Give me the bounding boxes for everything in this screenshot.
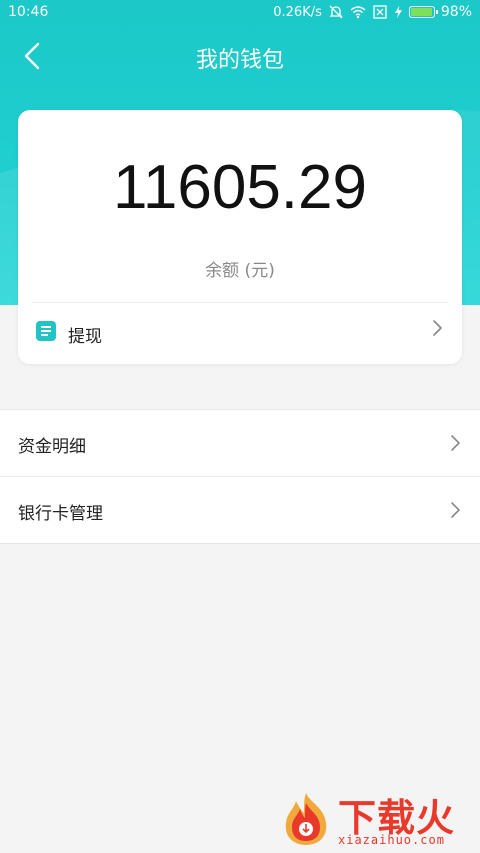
- chevron-right-icon: [433, 320, 442, 336]
- withdraw-button[interactable]: 提现: [18, 303, 462, 364]
- wallet-menu: 资金明细 银行卡管理: [0, 409, 480, 544]
- status-icons: 0.26K/s 98%: [273, 4, 472, 20]
- chevron-right-icon: [451, 502, 460, 518]
- sim-off-icon: [373, 5, 387, 19]
- nav-bar: 我的钱包: [0, 30, 480, 82]
- menu-item-label: 银行卡管理: [18, 504, 103, 524]
- flame-logo-icon: [285, 793, 327, 845]
- status-time: 10:46: [8, 4, 49, 20]
- net-speed: 0.26K/s: [273, 4, 322, 20]
- mute-icon: [329, 5, 343, 19]
- withdraw-label: 提现: [68, 327, 102, 347]
- chevron-right-icon: [451, 435, 460, 451]
- watermark: 下载火 xiazaihuo.com: [280, 787, 476, 849]
- battery-level: 98%: [440, 4, 472, 20]
- menu-item-fund-details[interactable]: 资金明细: [0, 410, 480, 476]
- status-bar: 10:46 0.26K/s 98%: [0, 0, 480, 26]
- menu-item-label: 资金明细: [18, 437, 86, 457]
- battery-icon: [408, 6, 438, 18]
- wifi-icon: [350, 6, 366, 19]
- page-title: 我的钱包: [195, 48, 284, 73]
- menu-item-bank-cards[interactable]: 银行卡管理: [0, 476, 480, 543]
- balance-label: 余额 (元): [205, 261, 275, 281]
- document-icon: [36, 321, 56, 341]
- balance-amount: 11605.29: [113, 153, 367, 222]
- charging-icon: [394, 5, 402, 19]
- watermark-domain: xiazaihuo.com: [338, 833, 445, 847]
- balance-card: 11605.29 余额 (元) 提现: [18, 110, 462, 364]
